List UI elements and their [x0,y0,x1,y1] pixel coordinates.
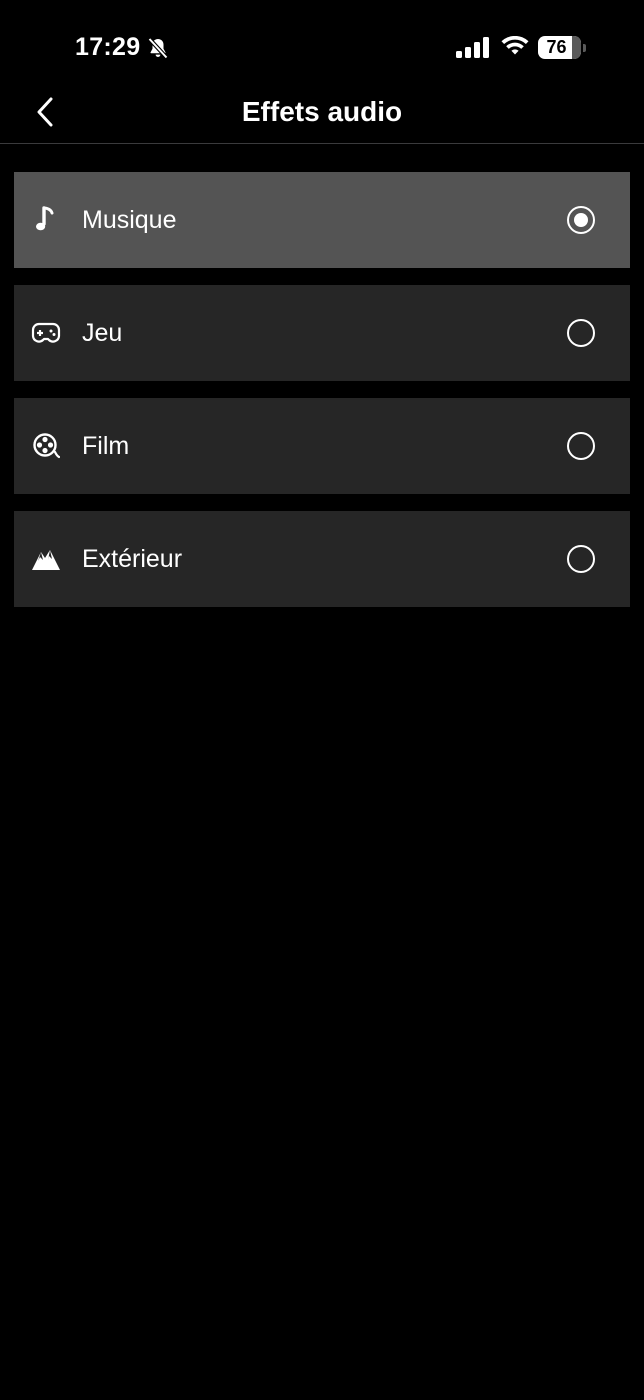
option-label: Film [82,432,130,460]
radio-button-selected[interactable] [567,206,595,234]
option-film[interactable]: Film [14,398,630,494]
page-title: Effets audio [241,96,403,127]
wifi-icon [501,36,529,55]
radio-button[interactable] [567,545,595,573]
battery-cap [583,44,586,52]
mountain-icon [31,545,61,573]
option-exterieur[interactable]: Extérieur [14,511,630,607]
film-reel-icon [31,432,61,460]
signal-icon [456,37,489,58]
option-label: Extérieur [82,545,183,573]
status-time: 17:29 [75,33,141,61]
status-bar: 17:29 76 [0,0,644,90]
radio-button[interactable] [567,319,595,347]
battery-percentage: 76 [546,37,567,57]
gamepad-icon [31,319,61,347]
option-label: Jeu [82,319,123,347]
nav-bar: Effets audio [0,90,644,144]
bell-slash-icon [147,37,169,59]
option-label: Musique [82,206,177,234]
battery-level: 76 [538,36,581,59]
battery-icon: 76 [538,36,586,59]
radio-button[interactable] [567,432,595,460]
audio-effects-list: Musique Jeu Film Extérieur [14,172,630,624]
music-note-icon [31,206,61,234]
option-jeu[interactable]: Jeu [14,285,630,381]
option-musique[interactable]: Musique [14,172,630,268]
